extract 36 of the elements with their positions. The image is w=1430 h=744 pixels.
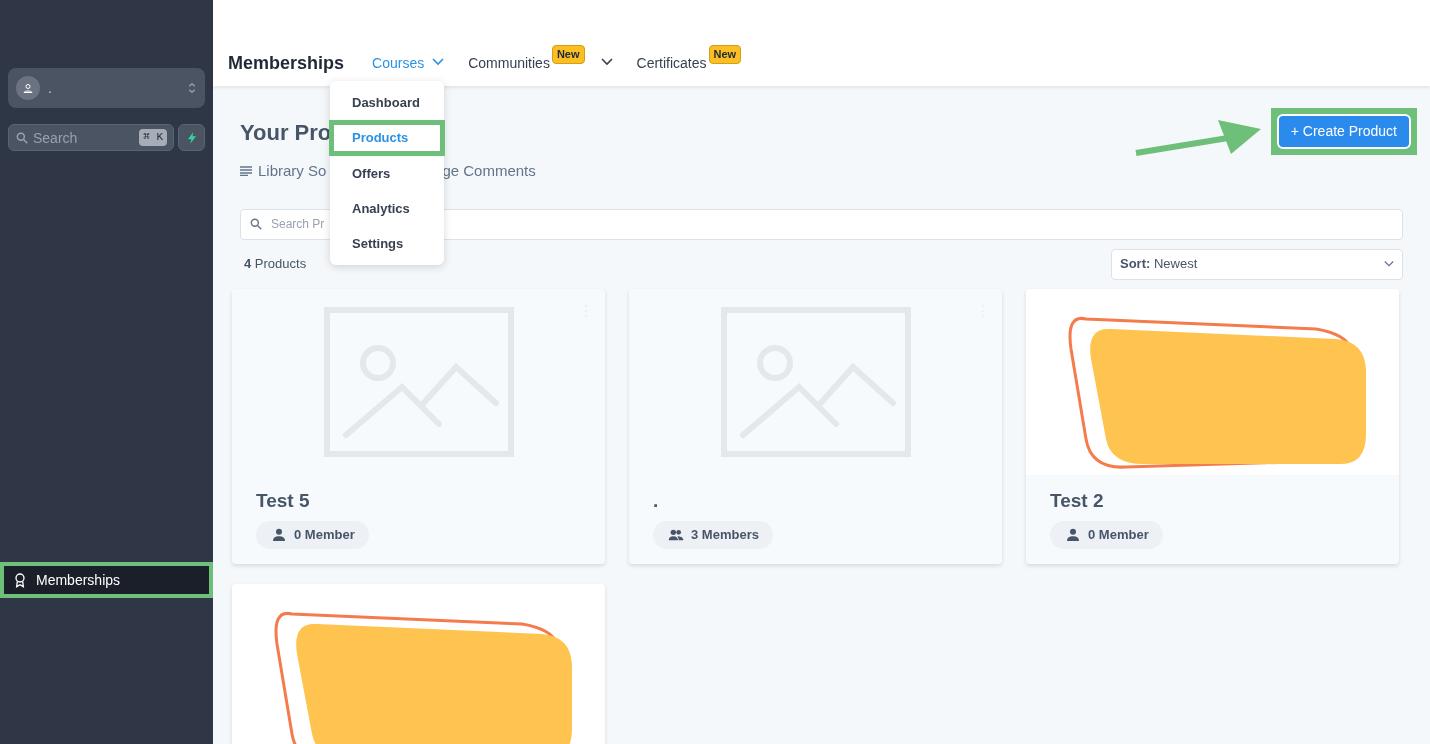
library-sort-link[interactable]: Library So [258,160,327,183]
page-title: Your Pro [240,119,332,142]
page-header-title: Memberships [228,52,345,75]
nav-tab[interactable]: Certificates [636,53,707,73]
product-title: Test 5 [255,488,311,513]
account-switcher[interactable]: . [8,68,205,108]
search-icon [15,130,29,145]
account-avatar-icon [16,76,40,100]
chevron-down-icon [1384,260,1394,268]
search-input[interactable]: Search [33,127,136,148]
shortcut-key: ⌘ K [139,129,167,146]
new-badge: New [551,45,585,64]
nav-tab[interactable]: Communities [468,53,550,73]
product-title: . [652,488,660,513]
member-count-pill: 3 Members [653,520,773,549]
create-product-button[interactable]: + Create Product [1276,113,1411,149]
product-card[interactable]: . 3 Members [629,288,1002,564]
sort-dropdown[interactable]: Sort: Newest [1111,248,1403,280]
product-card[interactable]: Test 2 0 Member [1026,288,1399,564]
product-card[interactable]: Test 5 0 Member [232,288,605,564]
search-icon [249,217,263,231]
account-name: . [48,79,53,98]
quick-action-button[interactable] [178,124,205,151]
menu-item[interactable]: Dashboard [334,90,440,116]
award-icon [12,572,28,588]
member-count-pill: 0 Member [1050,520,1163,549]
chevron-up-down-icon [187,81,197,95]
new-badge: New [708,45,742,64]
list-icon [240,166,252,177]
search-field[interactable]: Search ⌘ K [8,124,174,151]
product-title: Test 2 [1049,488,1105,513]
sidebar-item[interactable]: Memberships [4,566,209,594]
chevron-down-icon[interactable] [600,58,613,66]
product-count: 4 Products [244,255,307,274]
member-count-pill: 0 Member [256,520,369,549]
menu-item[interactable]: Offers [334,160,440,186]
